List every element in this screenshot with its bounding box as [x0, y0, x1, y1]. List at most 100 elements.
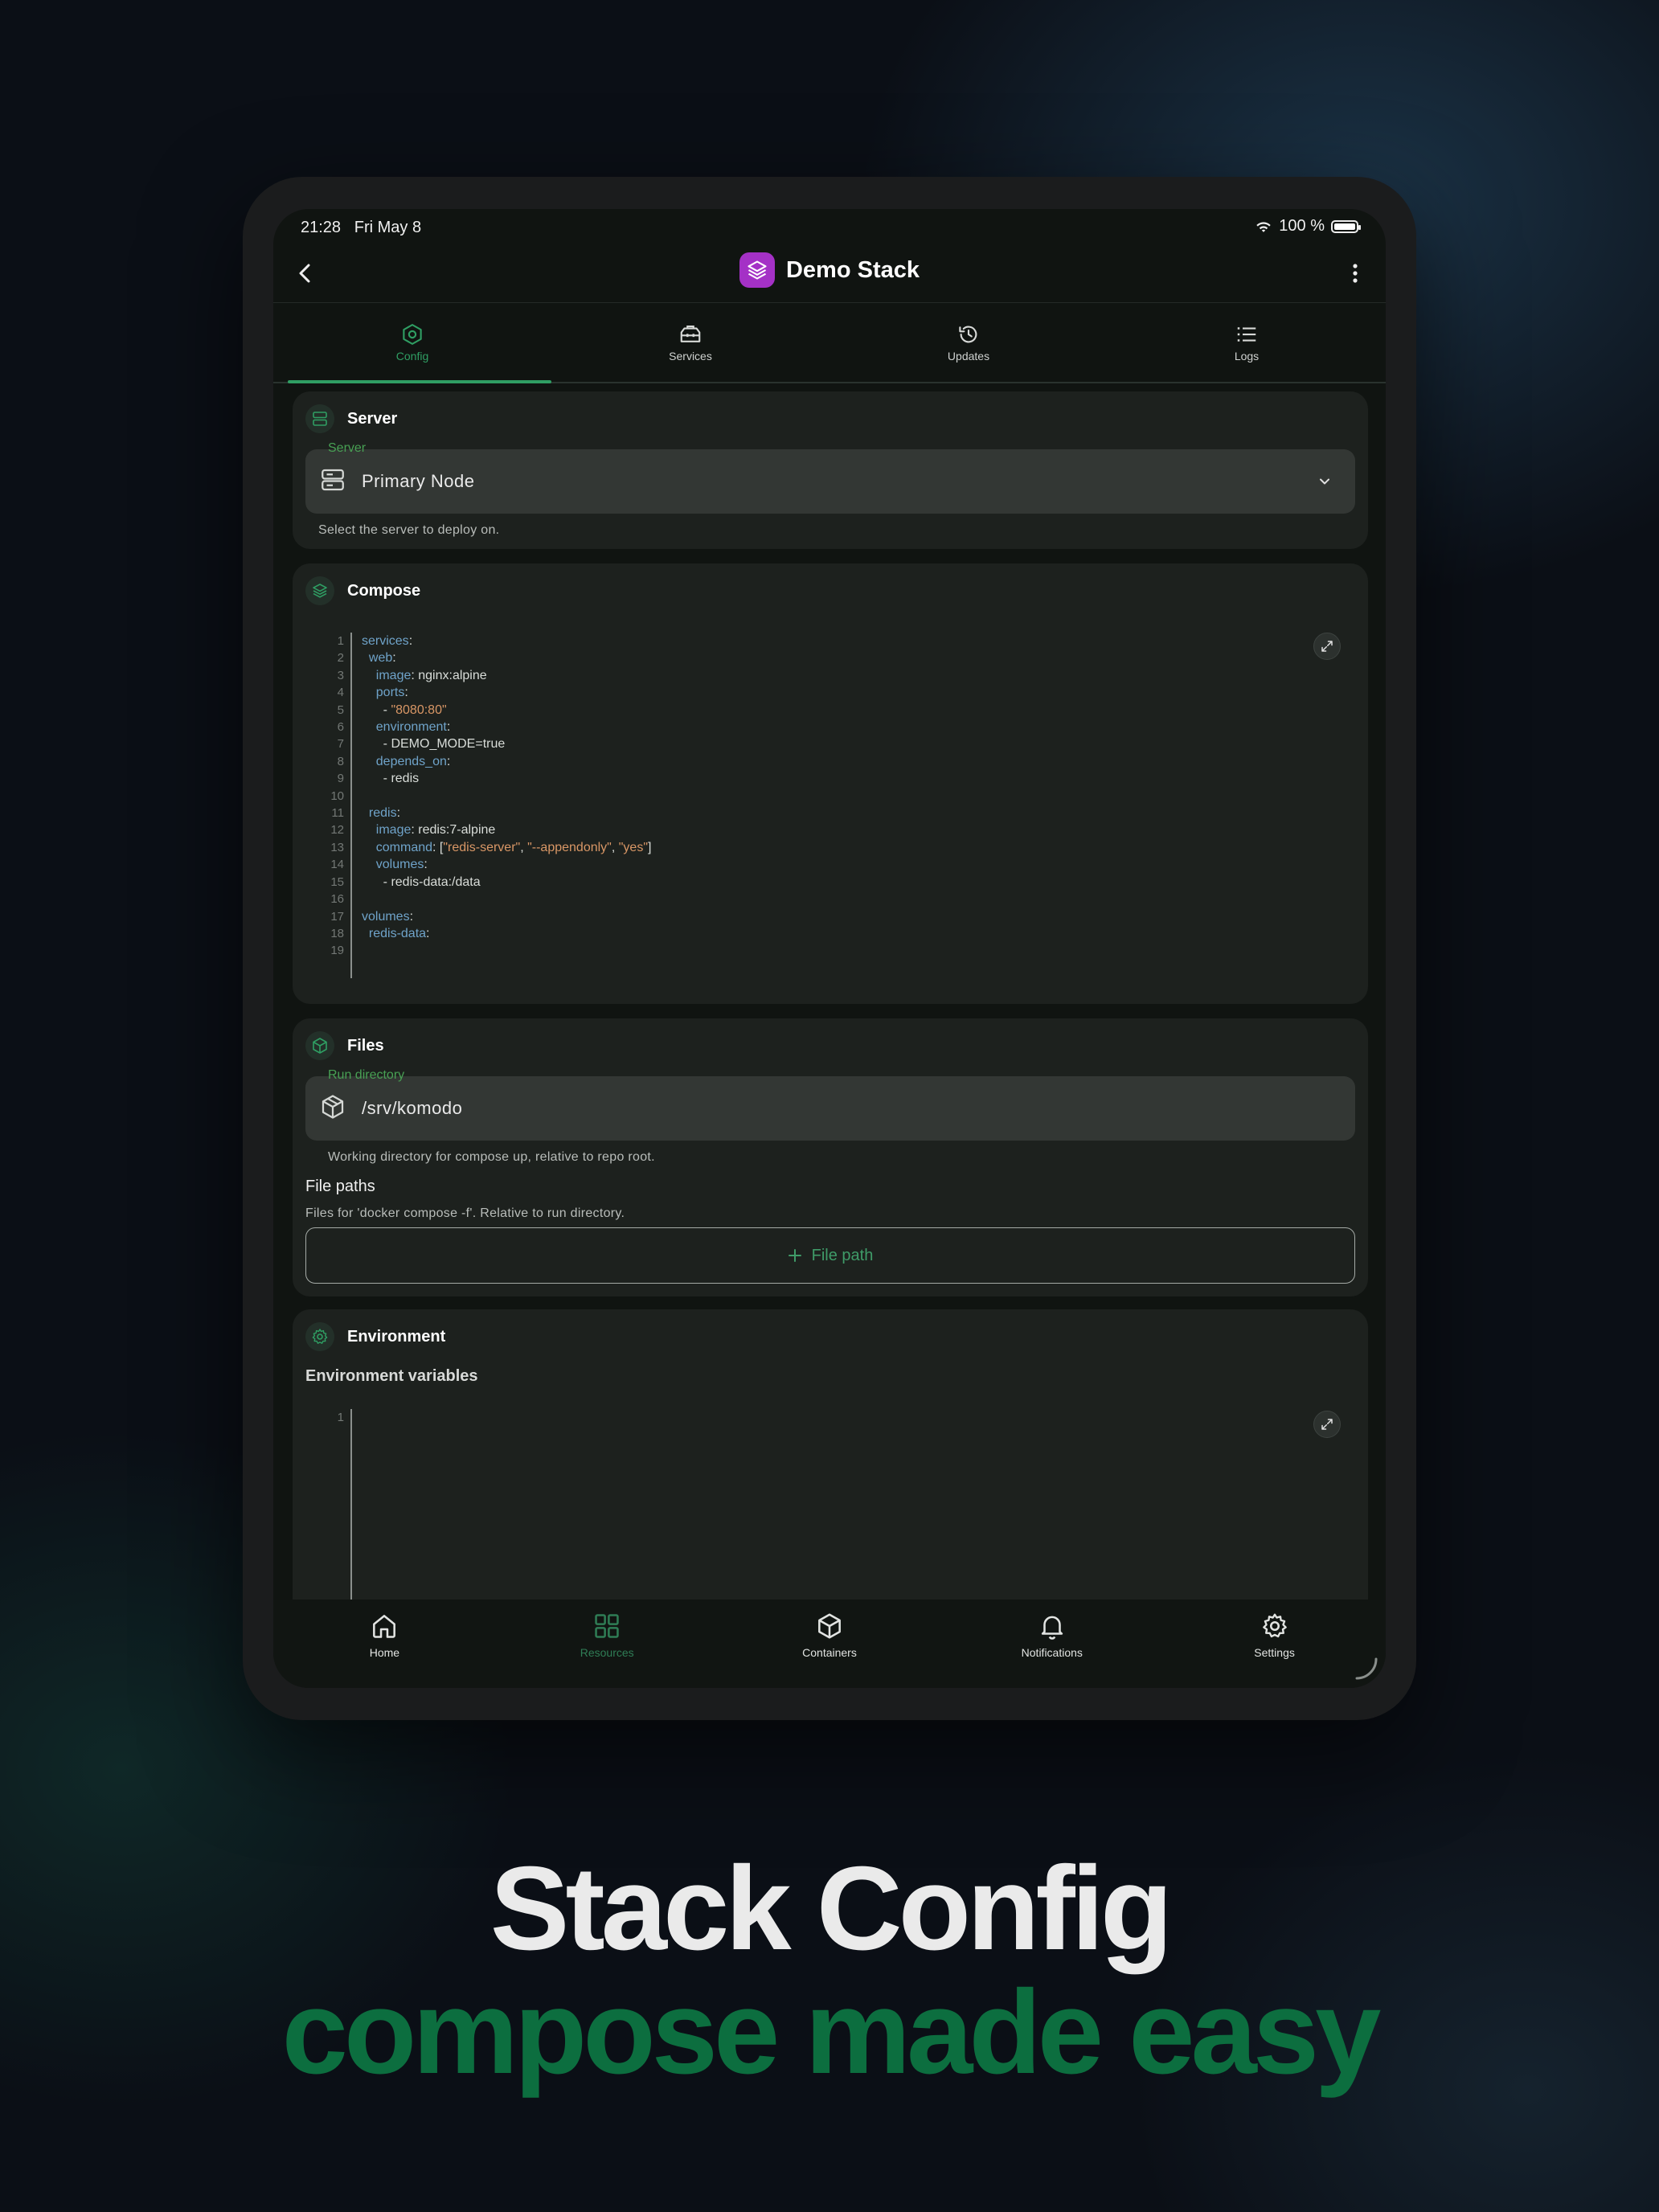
compose-card-header: Compose — [305, 576, 420, 605]
compose-editor[interactable]: 1 2 3 4 5 6 7 8 9 10 11 12 13 14 15 16 17 18 19 services: … — [305, 633, 1355, 978]
stack-app-icon — [739, 252, 775, 288]
code-line: image: nginx:alpine — [375, 668, 487, 682]
tab-updates-label: Updates — [947, 350, 990, 363]
environment-expand-button[interactable] — [1313, 1411, 1341, 1438]
tab-services[interactable]: Services — [551, 303, 830, 382]
compose-card-title: Compose — [347, 581, 421, 600]
file-paths-title: File paths — [305, 1178, 375, 1195]
run-directory-helper: Working directory for compose up, relati… — [328, 1150, 655, 1164]
status-bar: 21:28 Fri May 8 100 % — [273, 209, 1386, 241]
nav-resources[interactable]: Resources — [496, 1600, 719, 1688]
tab-logs[interactable]: Logs — [1108, 303, 1386, 382]
headline-title: Stack Config — [490, 1842, 1174, 1975]
code-line: web: — [368, 651, 396, 666]
status-right: 100 % — [1255, 217, 1361, 236]
compose-line-numbers: 1 2 3 4 5 6 7 8 9 10 11 12 13 14 15 16 17 18 19 — [330, 634, 344, 958]
run-directory-input[interactable]: /srv/komodo — [305, 1076, 1355, 1141]
tab-services-label: Services — [669, 350, 712, 363]
add-file-path-button[interactable]: File path — [305, 1227, 1355, 1284]
compose-card: Compose 1 2 3 4 5 6 7 8 9 10 11 12 13 14 15 16 17 18 19 se… — [293, 563, 1368, 1004]
wifi-icon — [1255, 219, 1272, 234]
gutter-divider — [350, 1409, 352, 1600]
run-directory-value: /srv/komodo — [362, 1098, 463, 1118]
grid-icon — [595, 1614, 619, 1638]
nav-home-label: Home — [369, 1646, 400, 1659]
nav-notifications[interactable]: Notifications — [940, 1600, 1163, 1688]
tablet-screen: 21:28 Fri May 8 100 % Demo Stack Config … — [273, 209, 1386, 1688]
nav-containers-label: Containers — [802, 1646, 857, 1659]
tab-logs-label: Logs — [1234, 350, 1260, 363]
compose-expand-button[interactable] — [1313, 633, 1341, 660]
resize-corner-icon — [1355, 1657, 1378, 1680]
env-line-numbers: 1 — [337, 1411, 344, 1424]
code-line: command: ["redis-server", "--appendonly"… — [375, 840, 652, 854]
tab-bar: Config Services Updates Logs — [273, 303, 1386, 383]
page-title: Demo Stack — [785, 256, 920, 283]
code-line: ports: — [375, 686, 408, 700]
server-field-label: Server — [328, 441, 367, 455]
chevron-down-icon — [1317, 473, 1333, 490]
tab-updates[interactable]: Updates — [830, 303, 1108, 382]
plus-icon — [788, 1249, 801, 1262]
server-helper-text: Select the server to deploy on. — [318, 523, 500, 537]
code-line: - DEMO_MODE=true — [362, 737, 506, 752]
code-line: - redis — [362, 772, 420, 786]
gear-icon — [305, 1322, 334, 1351]
compose-code: services: web: image: nginx:alpine ports… — [362, 633, 651, 960]
environment-editor[interactable]: 1 — [305, 1409, 1355, 1600]
nav-home[interactable]: Home — [273, 1600, 496, 1688]
hexagon-icon — [403, 324, 422, 345]
cube-icon — [818, 1613, 841, 1639]
file-paths-helper: Files for 'docker compose -f'. Relative … — [305, 1206, 625, 1220]
status-date-text: Fri May 8 — [354, 219, 422, 236]
tablet-frame: 21:28 Fri May 8 100 % Demo Stack Config … — [243, 177, 1416, 1720]
server-select[interactable]: Primary Node — [305, 449, 1355, 514]
more-vertical-icon — [1353, 264, 1358, 283]
add-file-path-label: File path — [811, 1246, 874, 1264]
code-line: environment: — [375, 720, 451, 735]
code-line: - "8080:80" — [362, 703, 447, 717]
tab-config[interactable]: Config — [273, 303, 551, 383]
gutter-divider — [350, 633, 352, 978]
top-bar: Demo Stack — [273, 241, 1386, 303]
run-directory-label: Run directory — [328, 1068, 405, 1082]
server-icon — [305, 404, 334, 433]
headline-subtitle: compose made easy — [281, 1966, 1382, 2099]
code-line: services: — [362, 634, 413, 648]
package-icon — [318, 1092, 347, 1121]
expand-icon — [1321, 641, 1333, 652]
list-icon — [1237, 327, 1256, 342]
server-card-title: Server — [347, 409, 398, 428]
files-card-title: Files — [347, 1036, 384, 1055]
files-card: Files /srv/komodo Run directory Working … — [293, 1018, 1368, 1296]
environment-card: Environment Environment variables 1 — [293, 1309, 1368, 1600]
status-time: 21:28 Fri May 8 — [301, 219, 421, 237]
code-line: volumes: — [375, 858, 428, 872]
server-card: Server Primary Node Server Select the se… — [293, 391, 1368, 549]
nav-resources-label: Resources — [580, 1646, 634, 1659]
nav-notifications-label: Notifications — [1021, 1646, 1083, 1659]
status-time-text: 21:28 — [301, 219, 342, 236]
history-icon — [959, 326, 977, 343]
nav-settings-label: Settings — [1254, 1646, 1295, 1659]
server-card-header: Server — [305, 404, 397, 433]
code-line: redis-data: — [368, 926, 430, 940]
battery-icon — [1331, 219, 1361, 233]
more-menu-button[interactable] — [1341, 259, 1370, 288]
toolbox-icon — [680, 325, 701, 342]
layers-icon — [748, 260, 767, 280]
cube-icon — [305, 1031, 334, 1060]
code-line: redis: — [368, 806, 401, 821]
expand-icon — [1321, 1419, 1333, 1430]
config-content: Server Primary Node Server Select the se… — [273, 383, 1386, 1600]
environment-card-title: Environment — [347, 1327, 446, 1346]
code-line: image: redis:7-alpine — [375, 823, 496, 838]
environment-variables-label: Environment variables — [305, 1367, 478, 1385]
nav-containers[interactable]: Containers — [719, 1600, 941, 1688]
gear-icon — [1262, 1613, 1287, 1638]
bell-icon — [1041, 1616, 1063, 1640]
bottom-nav: Home Resources Containers Notifications … — [273, 1600, 1386, 1688]
tab-config-label: Config — [395, 350, 429, 363]
